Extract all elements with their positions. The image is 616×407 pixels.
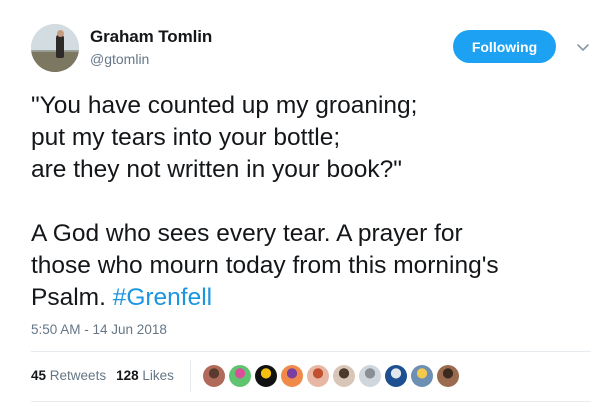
divider — [31, 351, 591, 352]
likes-label: Likes — [142, 368, 174, 383]
liker-avatar[interactable] — [229, 365, 251, 387]
liker-avatar[interactable] — [203, 365, 225, 387]
divider — [31, 401, 591, 402]
retweets-count: 45 — [31, 368, 47, 383]
liker-avatar[interactable] — [359, 365, 381, 387]
liker-avatar[interactable] — [385, 365, 407, 387]
avatar-ground — [31, 52, 79, 72]
following-button[interactable]: Following — [453, 30, 556, 63]
chevron-down-icon[interactable] — [575, 39, 591, 55]
tweet-timestamp[interactable]: 5:50 AM - 14 Jun 2018 — [31, 322, 167, 337]
stats-separator — [190, 360, 191, 392]
liker-avatar[interactable] — [333, 365, 355, 387]
likes-stat[interactable]: 128 Likes — [116, 368, 174, 383]
avatar-head — [57, 30, 64, 37]
tweet-stats: 45 Retweets 128 Likes — [31, 368, 184, 383]
tweet-body: "You have counted up my groaning; put my… — [31, 92, 499, 311]
liker-avatar[interactable] — [437, 365, 459, 387]
liker-avatars — [203, 365, 463, 387]
liker-avatar[interactable] — [255, 365, 277, 387]
liker-avatar[interactable] — [281, 365, 303, 387]
likes-count: 128 — [116, 368, 139, 383]
liker-avatar[interactable] — [411, 365, 433, 387]
author-handle[interactable]: @gtomlin — [90, 51, 149, 67]
avatar-person — [56, 34, 64, 58]
hashtag-link[interactable]: #Grenfell — [113, 284, 212, 311]
retweets-label: Retweets — [49, 368, 107, 383]
author-name[interactable]: Graham Tomlin — [90, 27, 212, 47]
avatar-sky — [31, 24, 79, 50]
retweets-stat[interactable]: 45 Retweets — [31, 368, 106, 383]
tweet-text: "You have counted up my groaning; put my… — [31, 90, 591, 314]
liker-avatar[interactable] — [307, 365, 329, 387]
author-avatar[interactable] — [31, 24, 79, 72]
